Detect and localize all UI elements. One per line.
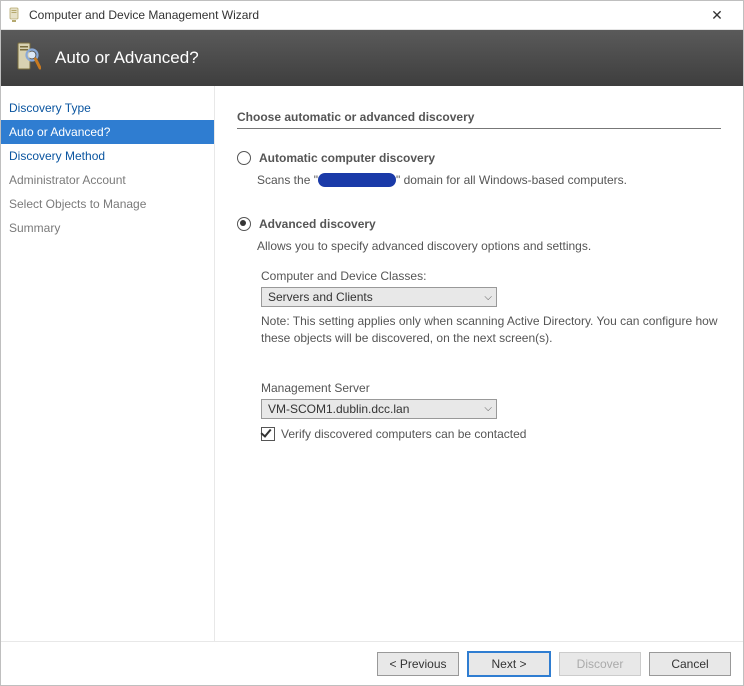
verify-label: Verify discovered computers can be conta… [281,427,526,441]
automatic-description: Scans the " " domain for all Windows-base… [257,171,721,189]
titlebar: Computer and Device Management Wizard ✕ [1,1,743,30]
checkbox-icon [261,427,275,441]
body: Discovery Type Auto or Advanced? Discove… [1,86,743,641]
mgmt-label: Management Server [261,381,721,395]
sidebar-item-discovery-method[interactable]: Discovery Method [1,144,214,168]
classes-dropdown[interactable]: Servers and Clients ⌵ [261,287,497,307]
close-icon[interactable]: ✕ [697,1,737,29]
sidebar-item-summary: Summary [1,216,214,240]
sidebar: Discovery Type Auto or Advanced? Discove… [1,86,215,641]
sidebar-item-admin-account: Administrator Account [1,168,214,192]
radio-automatic-label: Automatic computer discovery [259,151,435,165]
banner-title: Auto or Advanced? [55,48,199,68]
next-button[interactable]: Next > [467,651,551,677]
radio-automatic[interactable]: Automatic computer discovery [237,151,721,165]
classes-note: Note: This setting applies only when sca… [261,313,721,347]
main-panel: Choose automatic or advanced discovery A… [215,86,743,641]
radio-icon [237,151,251,165]
banner: Auto or Advanced? [1,30,743,86]
window-title: Computer and Device Management Wizard [29,8,697,22]
page-heading: Choose automatic or advanced discovery [237,110,721,129]
footer: < Previous Next > Discover Cancel [1,641,743,685]
sidebar-item-discovery-type[interactable]: Discovery Type [1,96,214,120]
verify-checkbox-row[interactable]: Verify discovered computers can be conta… [261,427,721,441]
chevron-down-icon: ⌵ [484,292,492,303]
app-icon [7,7,23,23]
chevron-down-icon: ⌵ [484,403,492,414]
discover-button: Discover [559,652,641,676]
classes-value: Servers and Clients [268,290,373,304]
radio-advanced-label: Advanced discovery [259,217,376,231]
mgmt-dropdown[interactable]: VM-SCOM1.dublin.dcc.lan ⌵ [261,399,497,419]
redacted-domain [318,173,396,187]
radio-advanced[interactable]: Advanced discovery [237,217,721,231]
mgmt-value: VM-SCOM1.dublin.dcc.lan [268,402,409,416]
cancel-button[interactable]: Cancel [649,652,731,676]
sidebar-item-auto-or-advanced[interactable]: Auto or Advanced? [1,120,214,144]
banner-icon [15,41,41,75]
classes-label: Computer and Device Classes: [261,269,721,283]
previous-button[interactable]: < Previous [377,652,459,676]
classes-block: Computer and Device Classes: Servers and… [261,269,721,347]
auto-desc-pre: Scans the " [257,173,318,187]
radio-icon [237,217,251,231]
auto-desc-post: " domain for all Windows-based computers… [396,173,627,187]
sidebar-item-select-objects: Select Objects to Manage [1,192,214,216]
mgmt-server-block: Management Server VM-SCOM1.dublin.dcc.la… [261,381,721,419]
advanced-description: Allows you to specify advanced discovery… [257,237,721,255]
wizard-window: Computer and Device Management Wizard ✕ … [0,0,744,686]
